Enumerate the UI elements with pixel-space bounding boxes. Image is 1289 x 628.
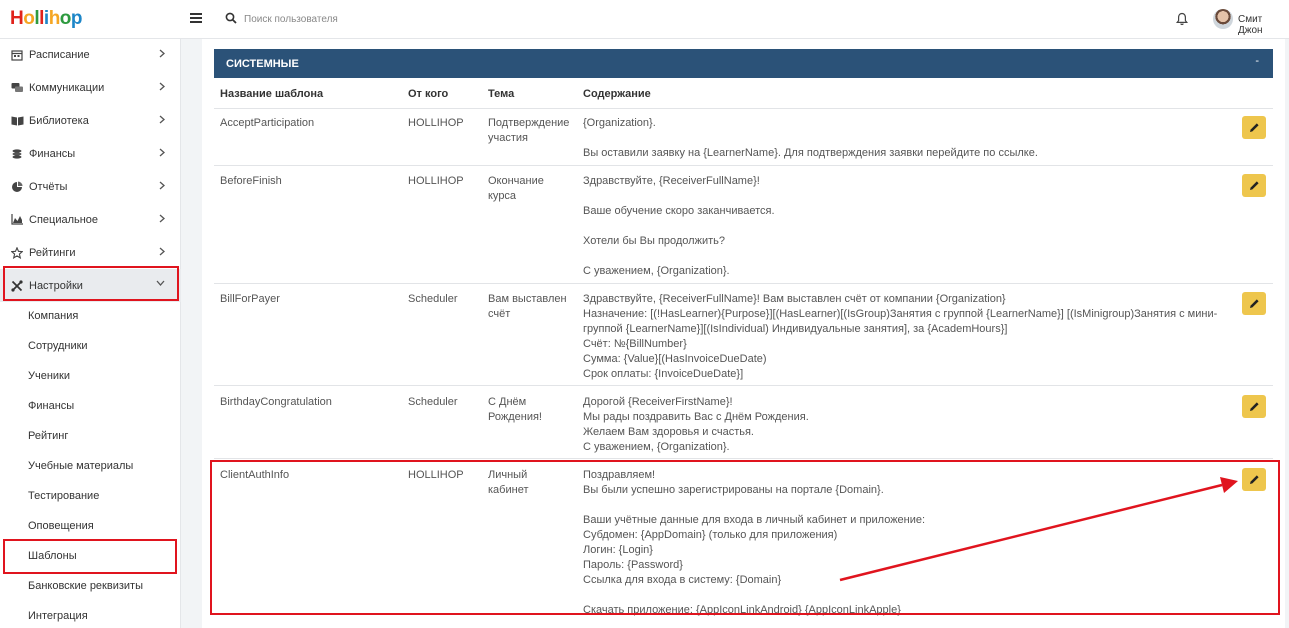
- system-section-header[interactable]: СИСТЕМНЫЕ -: [214, 49, 1273, 78]
- chevron-right-icon: [159, 115, 165, 124]
- template-from: HOLLIHOP: [408, 175, 464, 187]
- chevron-right-icon: [159, 181, 165, 190]
- edit-template-button[interactable]: [1242, 395, 1266, 418]
- logo-letter: h: [48, 8, 61, 29]
- area-chart-icon: [11, 214, 23, 225]
- sidebar-subitem-bank-details[interactable]: Банковские реквизиты: [28, 580, 143, 592]
- chevron-right-icon: [159, 247, 165, 256]
- user-avatar[interactable]: [1213, 9, 1233, 29]
- user-name[interactable]: Смит Джон: [1238, 14, 1289, 36]
- star-icon: [11, 246, 23, 259]
- logo-letter: o: [59, 8, 72, 29]
- client-auth-highlight-annotation: [210, 460, 1280, 615]
- sidebar: Расписание Коммуникации Библиотека Финан…: [0, 39, 181, 628]
- column-header-name: Название шаблона: [220, 88, 324, 100]
- template-name: BirthdayCongratulation: [220, 396, 332, 408]
- chevron-right-icon: [159, 214, 165, 223]
- template-content: Дорогой {ReceiverFirstName}! Мы рады поз…: [583, 396, 809, 453]
- settings-highlight-annotation: [3, 266, 179, 301]
- sidebar-subitem-notifications[interactable]: Оповещения: [28, 520, 94, 532]
- template-from: HOLLIHOP: [408, 117, 464, 129]
- sidebar-item-label: Рейтинги: [29, 246, 76, 259]
- template-name: AcceptParticipation: [220, 117, 315, 129]
- template-subject: Вам выставлен счёт: [488, 293, 567, 320]
- pencil-icon: [1249, 402, 1259, 411]
- sidebar-subitem-finance[interactable]: Финансы: [28, 400, 74, 412]
- sidebar-item-reports[interactable]: Отчёты: [0, 170, 181, 203]
- top-bar: Hollihop Смит Джон: [0, 0, 1289, 39]
- template-name: BeforeFinish: [220, 175, 282, 187]
- book-icon: [11, 116, 23, 126]
- logo-letter: p: [70, 8, 83, 29]
- column-header-from: От кого: [408, 88, 449, 100]
- template-content: {Organization}. Вы оставили заявку на {L…: [583, 117, 1038, 159]
- sidebar-subitem-materials[interactable]: Учебные материалы: [28, 460, 133, 472]
- template-subject: Подтверждение участия: [488, 117, 570, 144]
- sidebar-subitem-testing[interactable]: Тестирование: [28, 490, 99, 502]
- sidebar-item-label: Библиотека: [29, 114, 89, 127]
- sidebar-item-label: Финансы: [29, 147, 76, 160]
- hollihop-logo[interactable]: Hollihop: [10, 8, 83, 30]
- chevron-right-icon: [159, 148, 165, 157]
- template-content: Здравствуйте, {ReceiverFullName}! Вам вы…: [583, 293, 1218, 380]
- sidebar-subitem-integration[interactable]: Интеграция: [28, 610, 88, 622]
- logo-letter: o: [23, 8, 35, 29]
- column-header-content: Содержание: [583, 88, 651, 100]
- section-title: СИСТЕМНЫЕ: [226, 57, 299, 70]
- sidebar-item-label: Специальное: [29, 213, 99, 226]
- table-divider: [214, 458, 1273, 459]
- sidebar-item-ratings[interactable]: Рейтинги: [0, 236, 181, 269]
- pie-chart-icon: [12, 181, 23, 192]
- template-from: Scheduler: [408, 293, 458, 305]
- sidebar-item-label: Отчёты: [29, 180, 68, 193]
- pencil-icon: [1249, 123, 1259, 132]
- template-subject: С Днём Рождения!: [488, 396, 542, 423]
- sidebar-subitem-company[interactable]: Компания: [28, 310, 78, 322]
- logo-letter: H: [10, 8, 24, 29]
- table-divider: [214, 165, 1273, 166]
- template-subject: Окончание курса: [488, 175, 544, 202]
- edit-template-button[interactable]: [1242, 174, 1266, 197]
- sidebar-subitem-students[interactable]: Ученики: [28, 370, 70, 382]
- pencil-icon: [1249, 299, 1259, 308]
- template-name: BillForPayer: [220, 293, 280, 305]
- coins-icon: [12, 148, 22, 159]
- column-header-subject: Тема: [488, 88, 515, 100]
- templates-highlight-annotation: [3, 539, 177, 574]
- chevron-right-icon: [159, 49, 165, 58]
- table-divider: [214, 385, 1273, 386]
- sidebar-subitem-employees[interactable]: Сотрудники: [28, 340, 88, 352]
- collapse-toggle[interactable]: -: [1255, 55, 1259, 67]
- edit-template-button[interactable]: [1242, 292, 1266, 315]
- templates-panel: СИСТЕМНЫЕ - Название шаблона От кого Тем…: [202, 39, 1285, 628]
- sidebar-item-special[interactable]: Специальное: [0, 203, 181, 236]
- table-divider: [214, 108, 1273, 109]
- template-content: Здравствуйте, {ReceiverFullName}! Ваше о…: [583, 175, 775, 277]
- chevron-right-icon: [159, 82, 165, 91]
- sidebar-subitem-rating[interactable]: Рейтинг: [28, 430, 68, 442]
- calendar-icon: [11, 49, 23, 61]
- sidebar-item-library[interactable]: Библиотека: [0, 104, 181, 137]
- sidebar-item-label: Расписание: [29, 48, 90, 61]
- pencil-icon: [1249, 181, 1259, 190]
- sidebar-item-label: Коммуникации: [29, 81, 105, 94]
- notifications-bell-icon[interactable]: [1176, 12, 1188, 26]
- sidebar-item-finance[interactable]: Финансы: [0, 137, 181, 170]
- table-divider: [214, 283, 1273, 284]
- menu-toggle-icon[interactable]: [190, 13, 202, 23]
- user-search-input[interactable]: [244, 10, 544, 28]
- search-icon: [225, 12, 237, 24]
- edit-template-button[interactable]: [1242, 116, 1266, 139]
- sidebar-item-communications[interactable]: Коммуникации: [0, 71, 181, 104]
- chat-icon: [11, 82, 23, 92]
- template-from: Scheduler: [408, 396, 458, 408]
- sidebar-item-schedule[interactable]: Расписание: [0, 38, 181, 71]
